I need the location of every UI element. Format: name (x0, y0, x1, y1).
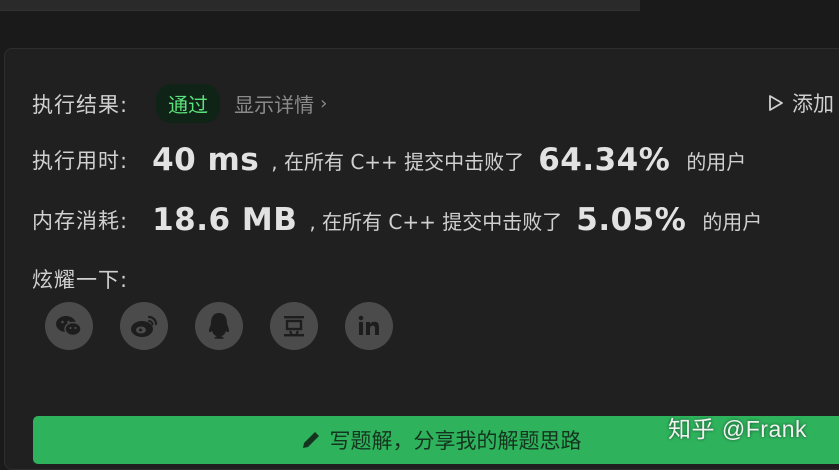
memory-percent: 5.05% (576, 202, 687, 238)
play-icon (769, 95, 783, 111)
result-label: 执行结果: (32, 92, 129, 117)
runtime-label: 执行用时: (32, 149, 129, 173)
linkedin-icon[interactable] (345, 302, 393, 350)
memory-suffix: 的用户 (702, 209, 763, 234)
wechat-icon[interactable] (45, 302, 93, 350)
runtime-percent: 64.34% (538, 142, 671, 178)
share-label: 炫耀一下: (32, 268, 129, 292)
memory-value: 18.6 MB (152, 202, 298, 238)
runtime-mid-text: , 在所有 C++ 提交中击败了 (271, 149, 525, 174)
watermark: 知乎 @Frank (668, 416, 808, 442)
runtime-value: 40 ms (152, 142, 260, 178)
share-icons (45, 302, 393, 350)
add-testcase-button[interactable]: 添加 (768, 88, 834, 118)
pencil-icon (302, 432, 319, 448)
memory-label: 内存消耗: (32, 209, 129, 233)
chevron-right-icon: › (320, 93, 328, 114)
qq-icon[interactable] (195, 302, 243, 350)
write-solution-label: 写题解，分享我的解题思路 (329, 429, 582, 453)
runtime-suffix: 的用户 (686, 149, 747, 174)
top-right-area (640, 0, 839, 10)
status-badge: 通过 (156, 84, 221, 123)
show-details-link[interactable]: 显示详情 › (234, 89, 327, 118)
memory-mid-text: , 在所有 C++ 提交中击败了 (309, 209, 563, 234)
memory-row: 内存消耗: 18.6 MB , 在所有 C++ 提交中击败了 5.05% 的用户 (32, 202, 762, 238)
douban-icon[interactable] (270, 302, 318, 350)
weibo-icon[interactable] (120, 302, 168, 350)
add-label: 添加 (792, 92, 834, 116)
share-row: 炫耀一下: (32, 264, 128, 294)
runtime-row: 执行用时: 40 ms , 在所有 C++ 提交中击败了 64.34% 的用户 (32, 142, 746, 178)
top-code-area (0, 0, 640, 11)
show-details-label: 显示详情 (234, 93, 315, 117)
result-row: 执行结果: 通过 显示详情 › (32, 84, 327, 123)
